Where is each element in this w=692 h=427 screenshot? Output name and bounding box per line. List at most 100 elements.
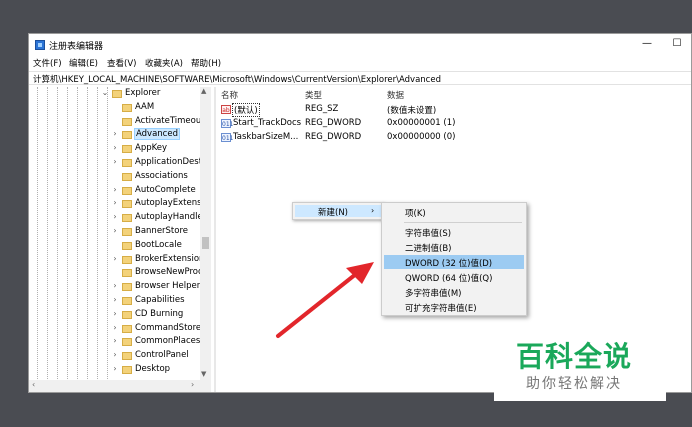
folder-icon: [122, 283, 132, 292]
column-header-data[interactable]: 数据: [387, 89, 404, 101]
scroll-up-icon[interactable]: ▲: [201, 87, 206, 95]
value-row[interactable]: 011 TaskbarSizeM... REG_DWORD 0x00000000…: [219, 132, 691, 145]
scroll-right-icon[interactable]: ›: [191, 380, 194, 389]
expand-chevron-icon[interactable]: ›: [111, 212, 119, 221]
submenu-item-qword[interactable]: QWORD (64 位)值(Q): [384, 270, 524, 284]
tree-guide-line: [97, 87, 99, 381]
tree-node[interactable]: › CD Burning: [111, 309, 211, 322]
submenu-item-expandable-string[interactable]: 可扩充字符串值(E): [384, 300, 524, 314]
tree-node[interactable]: ActivateTimeout: [111, 116, 211, 129]
tree-node[interactable]: › CommonPlaces: [111, 336, 211, 349]
expand-chevron-icon[interactable]: ›: [111, 143, 119, 152]
tree-node[interactable]: ⌄ Explorer: [101, 88, 201, 101]
scroll-thumb[interactable]: [202, 237, 209, 249]
watermark: 百科全说 助你轻松解决: [494, 333, 666, 401]
tree-guide-line: [67, 87, 69, 381]
tree-node[interactable]: › CommandStore: [111, 323, 211, 336]
submenu-item-key[interactable]: 项(K): [384, 205, 524, 219]
expand-chevron-icon[interactable]: ⌄: [101, 88, 109, 97]
tree-node[interactable]: BrowseNewProc: [111, 267, 211, 280]
expand-chevron-icon[interactable]: ›: [111, 198, 119, 207]
value-type: REG_SZ: [305, 104, 339, 114]
pane-splitter[interactable]: [214, 87, 216, 392]
tree-node[interactable]: Associations: [111, 171, 211, 184]
menu-help[interactable]: 帮助(H): [191, 57, 221, 69]
expand-chevron-icon[interactable]: ›: [111, 350, 119, 359]
folder-icon: [122, 297, 132, 305]
value-name: Start_TrackDocs: [233, 118, 302, 128]
tree-node[interactable]: BootLocale: [111, 240, 211, 253]
string-value-icon: ab: [221, 105, 231, 114]
watermark-subtitle: 助你轻松解决: [526, 376, 622, 392]
menu-view[interactable]: 查看(V): [107, 57, 136, 69]
expand-chevron-icon[interactable]: ›: [111, 323, 119, 332]
tree-node[interactable]: › AutoplayHandle: [111, 212, 211, 225]
value-row[interactable]: ab (默认) REG_SZ (数值未设置): [219, 103, 691, 117]
maximize-button[interactable]: ☐: [669, 37, 685, 51]
address-bar[interactable]: 计算机\HKEY_LOCAL_MACHINE\SOFTWARE\Microsof…: [29, 71, 691, 85]
column-header-name[interactable]: 名称: [221, 89, 238, 101]
tree-node[interactable]: › BannerStore: [111, 226, 211, 239]
expand-chevron-icon[interactable]: ›: [111, 129, 119, 138]
expand-chevron-icon[interactable]: ›: [111, 157, 119, 166]
column-header-type[interactable]: 类型: [305, 89, 322, 101]
folder-icon: [122, 117, 132, 126]
scroll-down-icon[interactable]: ▼: [201, 370, 206, 378]
tree-guide-line: [107, 87, 109, 381]
key-tree-pane: ⌄ Explorer AAM ActivateTimeout › Advanced › App…: [29, 87, 214, 381]
expand-chevron-icon[interactable]: ›: [111, 226, 119, 235]
expand-chevron-icon[interactable]: ›: [111, 281, 119, 290]
folder-icon: [122, 338, 132, 347]
submenu-item-label: 项(K): [405, 209, 426, 219]
expand-chevron-icon[interactable]: ›: [111, 336, 119, 345]
tree-horizontal-scrollbar[interactable]: ‹ ›: [29, 380, 211, 392]
submenu-item-binary[interactable]: 二进制值(B): [384, 240, 524, 254]
submenu-arrow-icon: ›: [371, 206, 375, 215]
regedit-app-icon: [35, 40, 45, 50]
tree-node[interactable]: › Advanced: [111, 128, 211, 142]
tree-guide-line: [57, 87, 59, 381]
value-data: (数值未设置): [387, 106, 437, 116]
minimize-button[interactable]: —: [639, 37, 655, 51]
tree-node[interactable]: › Desktop: [111, 364, 211, 377]
window-title: 注册表编辑器: [49, 42, 104, 52]
value-type: REG_DWORD: [305, 132, 362, 142]
menu-favorites[interactable]: 收藏夹(A): [145, 57, 183, 69]
submenu-item-multi-string[interactable]: 多字符串值(M): [384, 285, 524, 299]
address-path[interactable]: 计算机\HKEY_LOCAL_MACHINE\SOFTWARE\Microsof…: [33, 73, 441, 85]
dword-value-icon: 011: [221, 133, 234, 142]
tree-node[interactable]: › Browser Helper: [111, 281, 211, 294]
submenu-item-string[interactable]: 字符串值(S): [384, 225, 524, 239]
tree-node[interactable]: › ApplicationDest: [111, 157, 211, 170]
expand-chevron-icon[interactable]: ›: [111, 295, 119, 304]
submenu-item-dword[interactable]: DWORD (32 位)值(D): [384, 255, 524, 269]
folder-icon: [122, 324, 132, 333]
tree-guide-line: [37, 87, 39, 381]
folder-icon: [122, 159, 132, 167]
scroll-left-icon[interactable]: ‹: [32, 380, 35, 389]
tree-guide-line: [87, 87, 89, 381]
tree-node[interactable]: › AppKey: [111, 143, 211, 156]
menu-edit[interactable]: 编辑(E): [69, 57, 98, 69]
folder-icon: [122, 186, 132, 195]
value-data: 0x00000001 (1): [387, 118, 456, 128]
folder-icon: [122, 366, 132, 374]
tree-vertical-scrollbar[interactable]: ▲ ▼: [200, 87, 211, 381]
tree-node[interactable]: › AutoplayExtensi: [111, 198, 211, 211]
expand-chevron-icon[interactable]: ›: [111, 185, 119, 194]
context-menu-new-label: 新建(N): [318, 208, 348, 218]
value-row[interactable]: 011 Start_TrackDocs REG_DWORD 0x00000001…: [219, 118, 691, 131]
title-bar: 注册表编辑器 — ☐: [29, 34, 691, 56]
expand-chevron-icon[interactable]: ›: [111, 309, 119, 318]
tree-node[interactable]: AAM: [111, 102, 211, 115]
tree-node[interactable]: › ControlPanel: [111, 350, 211, 363]
tree-node[interactable]: › BrokerExtension: [111, 254, 211, 267]
tree-node[interactable]: › AutoComplete: [111, 185, 211, 198]
value-data: 0x00000000 (0): [387, 132, 456, 142]
dword-value-icon: 011: [221, 119, 234, 128]
menu-file[interactable]: 文件(F): [33, 57, 62, 69]
expand-chevron-icon[interactable]: ›: [111, 364, 119, 373]
tree-node[interactable]: › Capabilities: [111, 295, 211, 308]
submenu-item-label: 字符串值(S): [405, 229, 452, 239]
expand-chevron-icon[interactable]: ›: [111, 254, 119, 263]
